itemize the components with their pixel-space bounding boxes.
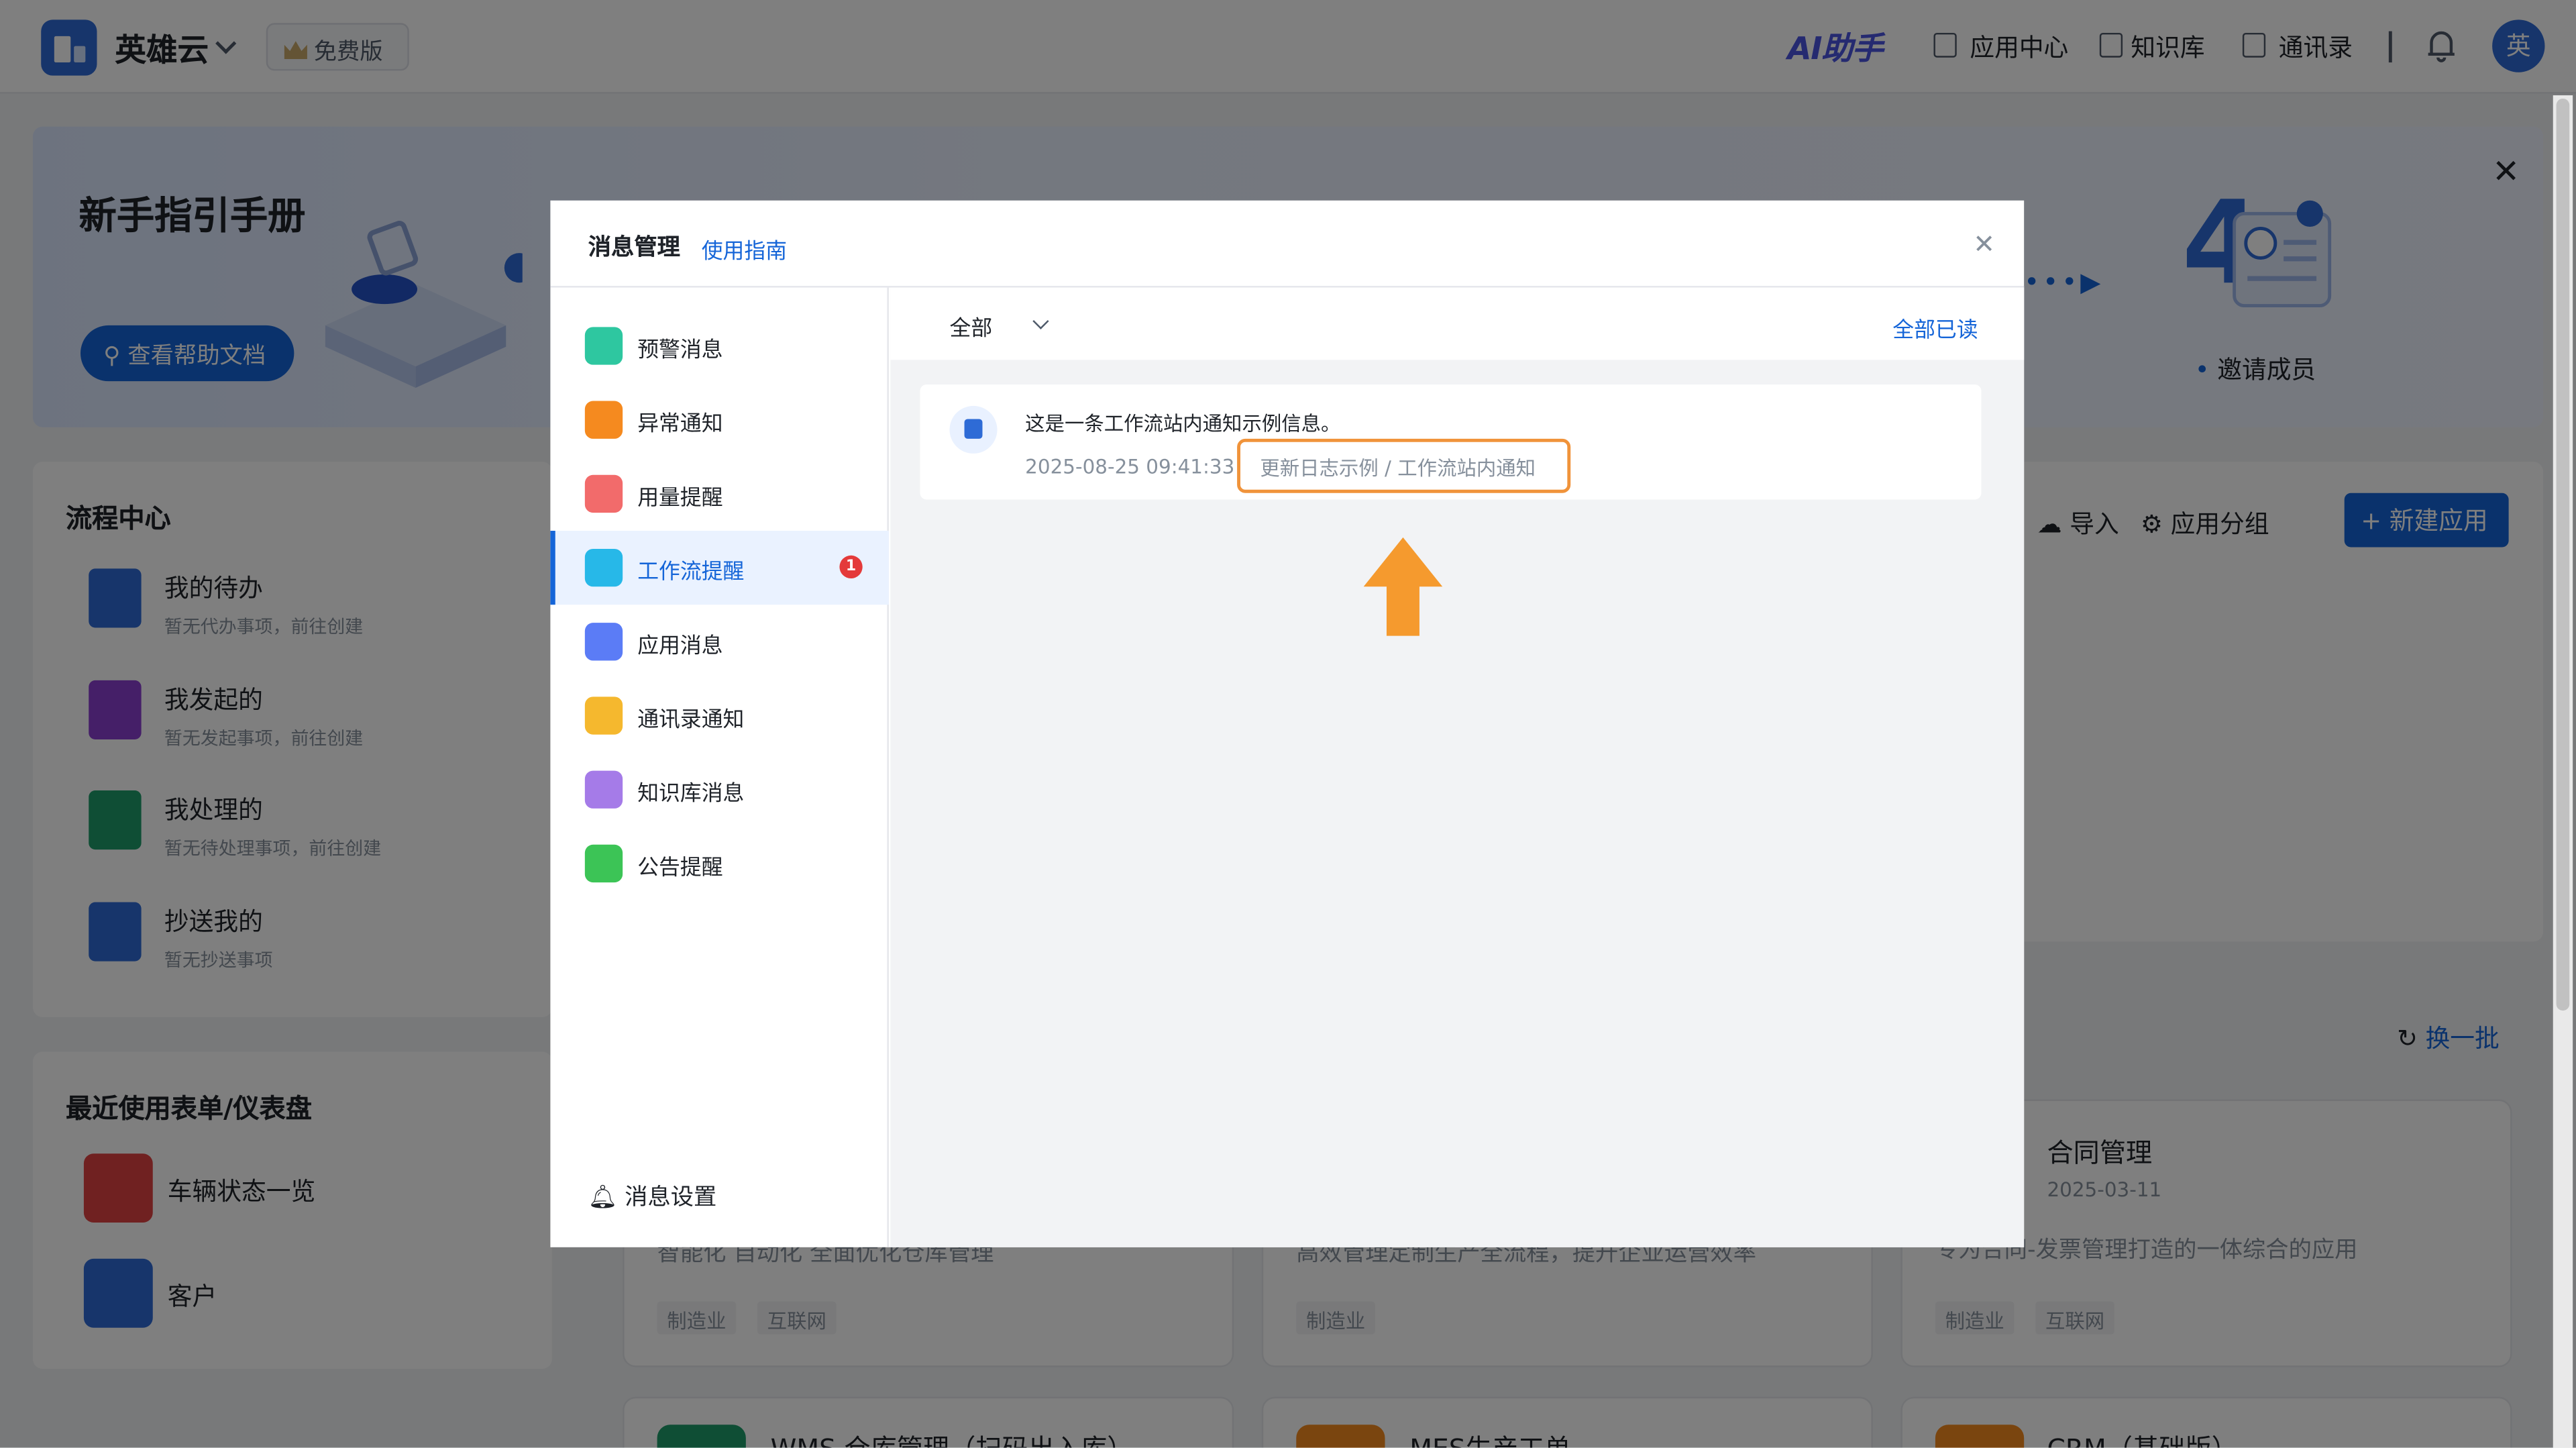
category-usage[interactable]: 用量提醒 (550, 457, 888, 531)
page-scrollbar-thumb[interactable] (2556, 98, 2570, 1011)
message-list-area: 全部 全部已读 这是一条工作流站内通知示例信息。 2025-08-25 09:4… (890, 287, 2025, 1247)
category-label: 通讯录通知 (637, 708, 745, 733)
category-contacts[interactable]: 通讯录通知 (550, 678, 888, 752)
book-icon (584, 770, 623, 809)
category-warning[interactable]: 预警消息 (550, 309, 888, 382)
category-label: 预警消息 (637, 338, 723, 364)
category-sidebar: 预警消息 异常通知 用量提醒 工作流提醒 1 应用消息 通讯录通知 知识库消息 … (550, 287, 889, 1247)
message-settings-button[interactable]: 🔔︎ 消息设置 (588, 1180, 717, 1212)
bar-chart-icon (584, 474, 623, 513)
filter-bar (890, 287, 2025, 360)
message-item[interactable]: 这是一条工作流站内通知示例信息。 2025-08-25 09:41:33 更新日… (920, 384, 1982, 500)
category-label: 用量提醒 (637, 486, 723, 511)
category-exception[interactable]: 异常通知 (550, 383, 888, 457)
workflow-icon (584, 548, 623, 587)
close-icon[interactable]: ✕ (1973, 228, 1995, 260)
category-workflow[interactable]: 工作流提醒 1 (550, 531, 889, 605)
category-label: 公告提醒 (637, 856, 723, 881)
alarm-icon (584, 327, 623, 365)
message-title: 这是一条工作流站内通知示例信息。 (1025, 412, 1341, 435)
category-label: 异常通知 (637, 412, 723, 437)
filter-select[interactable]: 全部 (950, 311, 993, 342)
bell-icon: 🔔︎ (588, 1184, 625, 1211)
message-source-link[interactable]: 更新日志示例 / 工作流站内通知 (1237, 438, 1571, 493)
category-label: 知识库消息 (637, 782, 745, 807)
category-app[interactable]: 应用消息 (550, 605, 888, 678)
message-time: 2025-08-25 09:41:33 (1025, 455, 1235, 478)
contacts-icon (584, 696, 623, 735)
mark-all-read-button[interactable]: 全部已读 (1892, 312, 1978, 344)
warning-icon (584, 401, 623, 439)
grid-icon (584, 623, 623, 661)
unread-badge: 1 (839, 555, 863, 579)
dialog-title: 消息管理 (588, 235, 680, 262)
usage-guide-link[interactable]: 使用指南 (702, 234, 787, 265)
category-label: 应用消息 (637, 634, 723, 660)
megaphone-icon (584, 844, 623, 883)
category-label: 工作流提醒 (637, 560, 745, 585)
category-knowledge[interactable]: 知识库消息 (550, 753, 888, 827)
workflow-message-icon (949, 405, 998, 454)
arrow-up-icon (1363, 537, 1443, 636)
message-management-dialog: 消息管理 使用指南 ✕ 预警消息 异常通知 用量提醒 工作流提醒 1 应用消息 … (550, 200, 2025, 1247)
category-announcement[interactable]: 公告提醒 (550, 827, 888, 900)
